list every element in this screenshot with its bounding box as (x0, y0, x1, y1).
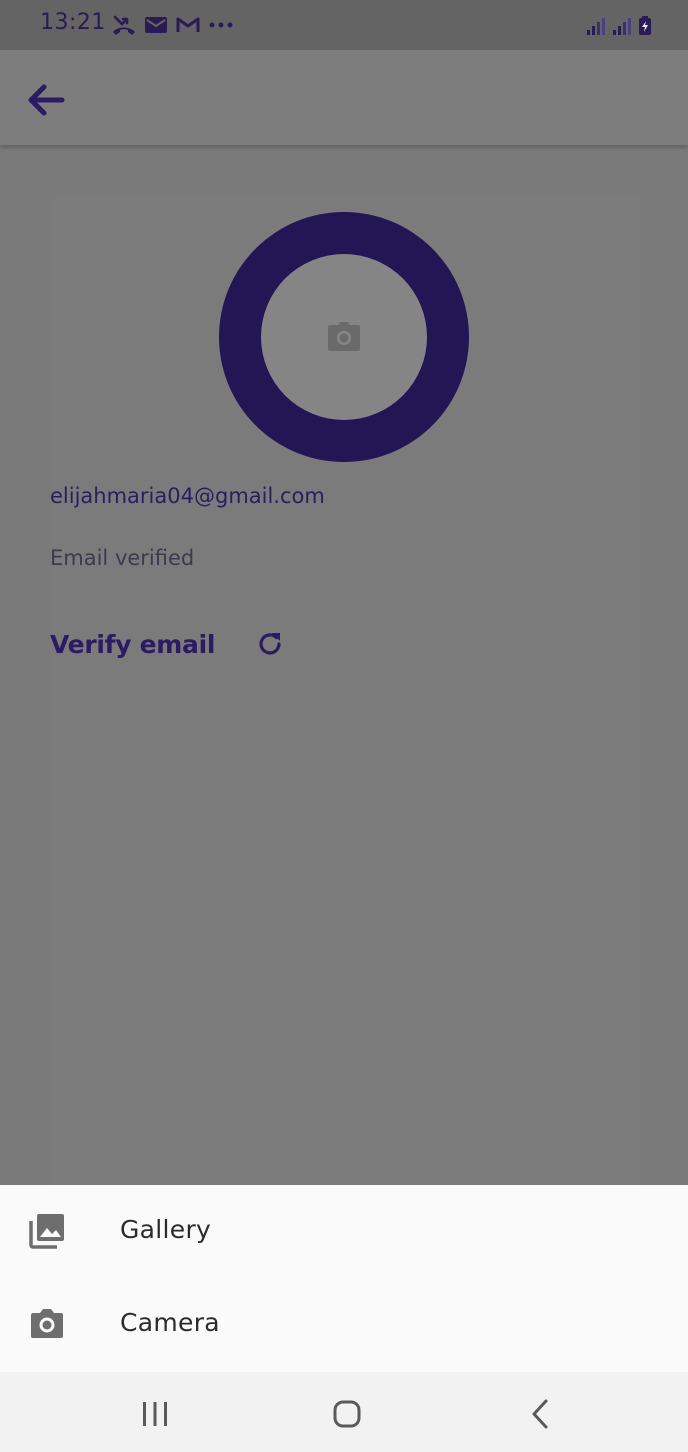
signal-icon (587, 18, 605, 35)
status-system-icons (586, 14, 652, 36)
more-dots-icon (209, 22, 233, 28)
gallery-icon (29, 1214, 64, 1249)
signal-icon (613, 18, 631, 35)
home-icon[interactable] (327, 1397, 367, 1431)
gallery-option[interactable]: Gallery (0, 1185, 688, 1278)
mail-icon (145, 17, 167, 33)
email-status: Email verified (50, 546, 195, 570)
back-button[interactable] (22, 80, 70, 120)
verify-email-label: Verify email (50, 629, 216, 659)
app-bar (0, 50, 688, 145)
back-icon[interactable] (520, 1397, 560, 1431)
avatar-placeholder (261, 254, 427, 420)
camera-icon (31, 1309, 63, 1338)
missed-call-icon (113, 15, 135, 35)
email-address: elijahmaria04@gmail.com (50, 484, 325, 508)
camera-label: Camera (120, 1308, 220, 1337)
system-nav-bar (0, 1372, 688, 1452)
recent-apps-icon[interactable] (135, 1397, 175, 1431)
status-notification-icons (112, 13, 234, 37)
avatar-picker[interactable] (219, 212, 469, 462)
status-time: 13:21 (40, 10, 106, 35)
gallery-label: Gallery (120, 1215, 212, 1244)
battery-charging-icon (639, 16, 651, 35)
gmail-icon (176, 17, 200, 32)
verify-email-button[interactable]: Verify email (50, 626, 285, 662)
camera-icon (328, 322, 360, 351)
image-source-sheet: Gallery Camera (0, 1185, 688, 1372)
arrow-left-icon (28, 84, 65, 116)
refresh-icon[interactable] (255, 629, 285, 659)
camera-option[interactable]: Camera (0, 1278, 688, 1371)
status-bar: 13:21 (0, 0, 688, 50)
